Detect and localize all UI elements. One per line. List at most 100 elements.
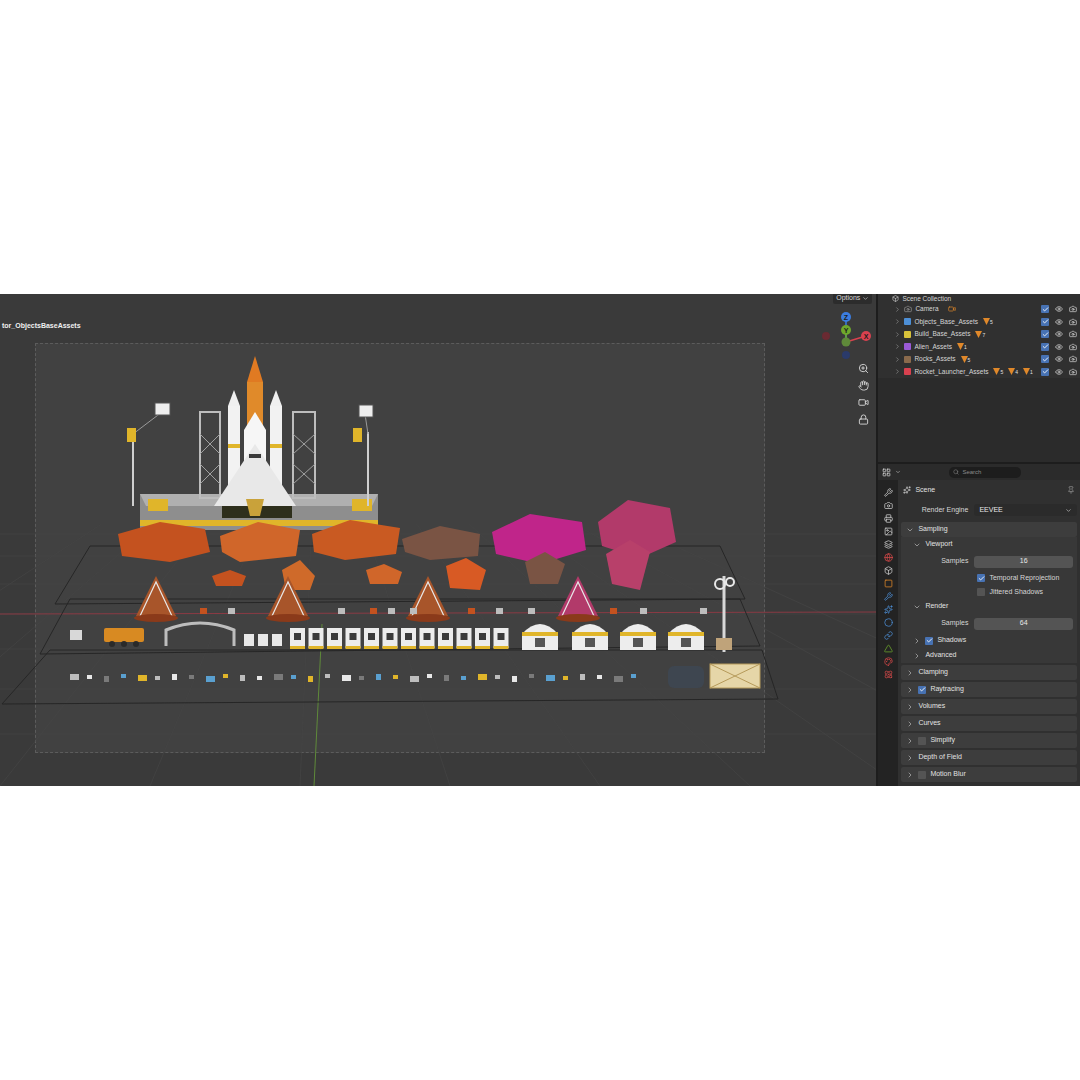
panel-header[interactable]: Curves xyxy=(901,716,1077,731)
pan-icon[interactable] xyxy=(858,380,869,391)
properties-tab-icon[interactable] xyxy=(884,501,893,510)
options-button[interactable]: Options xyxy=(833,294,872,304)
lock-icon[interactable] xyxy=(858,414,869,425)
selectable-checkbox[interactable] xyxy=(1041,368,1049,376)
check-icon xyxy=(926,637,933,644)
chevron-right-icon[interactable] xyxy=(906,686,914,694)
properties-tab-icon[interactable] xyxy=(884,553,893,562)
mesh-icon xyxy=(961,356,968,363)
outliner-row[interactable]: Rocks_Assets5 xyxy=(878,353,1080,366)
visible-eye-icon[interactable] xyxy=(1055,330,1063,338)
selectable-checkbox[interactable] xyxy=(1041,318,1049,326)
chevron-right-icon[interactable] xyxy=(906,720,914,728)
visible-eye-icon[interactable] xyxy=(1055,305,1063,313)
expand-icon[interactable] xyxy=(894,343,901,350)
chevron-right-icon[interactable] xyxy=(906,754,914,762)
expand-icon[interactable] xyxy=(894,368,901,375)
checkbox[interactable] xyxy=(977,574,985,582)
panel-header[interactable]: Volumes xyxy=(901,699,1077,714)
selectable-checkbox[interactable] xyxy=(1041,305,1049,313)
expand-icon[interactable] xyxy=(894,356,901,363)
selectable-checkbox[interactable] xyxy=(1041,330,1049,338)
panel-checkbox[interactable] xyxy=(918,771,926,779)
render-enabled-icon[interactable] xyxy=(1069,330,1077,338)
chevron-right-icon[interactable] xyxy=(906,669,914,677)
render-enabled-icon[interactable] xyxy=(1069,343,1077,351)
navigation-gizmo[interactable]: ZYX xyxy=(816,310,872,366)
chevron-right-icon[interactable] xyxy=(913,637,921,645)
selectable-checkbox[interactable] xyxy=(1041,355,1049,363)
subpanel-header[interactable]: Shadows xyxy=(901,633,1077,648)
properties-tab-icon[interactable] xyxy=(884,644,893,653)
properties-tab-icon[interactable] xyxy=(884,527,893,536)
expand-icon[interactable] xyxy=(894,318,901,325)
number-field-row: Samples64 xyxy=(901,614,1077,633)
properties-tab-icon[interactable] xyxy=(884,618,893,627)
checkbox[interactable] xyxy=(977,588,985,596)
visible-eye-icon[interactable] xyxy=(1055,318,1063,326)
outliner-row[interactable]: Camera xyxy=(878,303,1080,316)
selectable-checkbox[interactable] xyxy=(1041,343,1049,351)
chevron-right-icon[interactable] xyxy=(913,652,921,660)
check-icon xyxy=(1042,343,1049,350)
scene-render[interactable] xyxy=(0,294,876,786)
3d-viewport[interactable]: tor_ObjectsBaseAssetsOptionsZYX xyxy=(0,294,876,786)
panel-header[interactable]: Sampling xyxy=(901,522,1077,537)
properties-tab-icon[interactable] xyxy=(884,579,893,588)
chevron-down-icon[interactable] xyxy=(913,603,921,611)
properties-tab-icon[interactable] xyxy=(884,488,893,497)
visible-eye-icon[interactable] xyxy=(1055,355,1063,363)
panel-header[interactable]: Simplify xyxy=(901,733,1077,748)
checkbox-row[interactable]: Jittered Shadows xyxy=(901,585,1077,599)
editor-type-dropdown-icon[interactable] xyxy=(895,469,901,475)
number-field[interactable]: 64 xyxy=(974,618,1073,630)
outliner-row[interactable]: Alien_Assets1 xyxy=(878,341,1080,354)
properties-tab-icon[interactable] xyxy=(884,592,893,601)
expand-icon[interactable] xyxy=(894,306,901,313)
render-enabled-icon[interactable] xyxy=(1069,305,1077,313)
search-field[interactable]: Search xyxy=(949,467,1021,478)
outliner-row[interactable]: Rocket_Launcher_Assets541 xyxy=(878,366,1080,379)
chevron-down-icon[interactable] xyxy=(906,526,914,534)
chevron-down-icon[interactable] xyxy=(913,541,921,549)
subpanel-header[interactable]: Render xyxy=(901,599,1077,614)
pin-icon[interactable] xyxy=(1067,486,1075,494)
gizmo-axis[interactable]: Z xyxy=(841,312,851,322)
gizmo-axis[interactable]: Y xyxy=(841,325,851,335)
properties-tab-icon[interactable] xyxy=(884,631,893,640)
panel-checkbox[interactable] xyxy=(918,737,926,745)
properties-tab-icon[interactable] xyxy=(884,670,893,679)
properties-tab-icon[interactable] xyxy=(884,605,893,614)
subpanel-checkbox[interactable] xyxy=(925,637,933,645)
checkbox-row[interactable]: Temporal Reprojection xyxy=(901,571,1077,585)
chevron-right-icon[interactable] xyxy=(906,703,914,711)
outliner-row[interactable]: Objects_Base_Assets5 xyxy=(878,316,1080,329)
panel-header[interactable]: Raytracing xyxy=(901,682,1077,697)
camera-view-icon[interactable] xyxy=(858,397,869,408)
properties-tab-icon[interactable] xyxy=(884,540,893,549)
visible-eye-icon[interactable] xyxy=(1055,343,1063,351)
subpanel-header[interactable]: Advanced xyxy=(901,648,1077,663)
properties-tab-icon[interactable] xyxy=(884,566,893,575)
properties-tab-icon[interactable] xyxy=(884,657,893,666)
editor-type-icon[interactable] xyxy=(882,468,891,477)
subpanel-header[interactable]: Viewport xyxy=(901,537,1077,552)
chevron-right-icon[interactable] xyxy=(906,737,914,745)
render-enabled-icon[interactable] xyxy=(1069,318,1077,326)
render-engine-dropdown[interactable]: EEVEE xyxy=(974,504,1077,516)
expand-icon[interactable] xyxy=(894,331,901,338)
gizmo-axis[interactable]: X xyxy=(861,331,871,341)
outliner-row[interactable]: Build_Base_Assets7 xyxy=(878,328,1080,341)
chevron-right-icon[interactable] xyxy=(906,771,914,779)
panel-checkbox[interactable] xyxy=(918,686,926,694)
zoom-icon[interactable] xyxy=(858,363,869,374)
render-enabled-icon[interactable] xyxy=(1069,368,1077,376)
number-field[interactable]: 16 xyxy=(974,556,1073,568)
properties-tab-icon[interactable] xyxy=(884,514,893,523)
visible-eye-icon[interactable] xyxy=(1055,368,1063,376)
render-enabled-icon[interactable] xyxy=(1069,355,1077,363)
panel-header[interactable]: Depth of Field xyxy=(901,750,1077,765)
panel-header[interactable]: Clamping xyxy=(901,665,1077,680)
outliner-root[interactable]: Scene Collection xyxy=(878,294,1080,303)
panel-header[interactable]: Motion Blur xyxy=(901,767,1077,782)
